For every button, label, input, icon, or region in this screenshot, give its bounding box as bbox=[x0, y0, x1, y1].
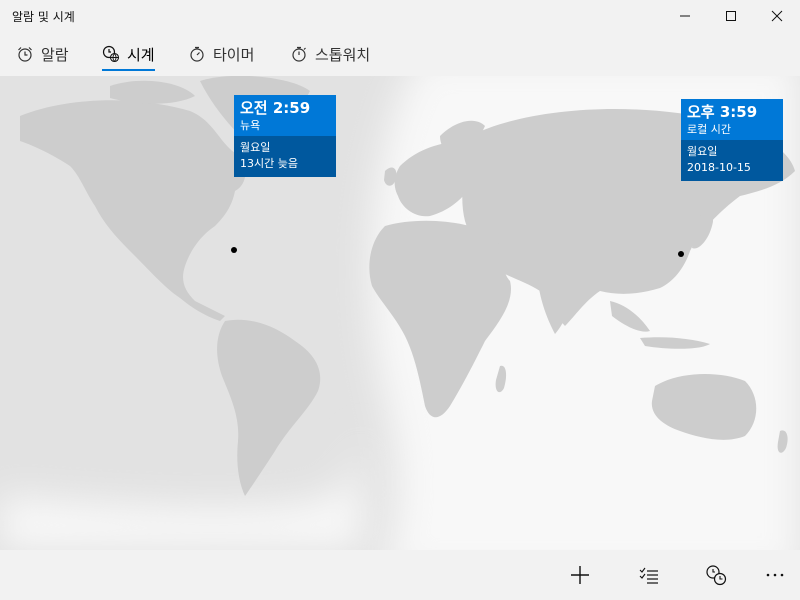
app-window: 알람 및 시계 알람 시계 타이머 스톱워치 오전 2:59 뉴욕 월요일 13… bbox=[0, 0, 800, 600]
active-tab-indicator bbox=[102, 69, 155, 71]
select-list-icon bbox=[639, 567, 658, 584]
timer-icon bbox=[190, 46, 204, 62]
clock-place: 로컬 시간 bbox=[687, 123, 731, 136]
minimize-icon bbox=[680, 15, 690, 17]
add-clock-button[interactable] bbox=[560, 560, 600, 590]
minimize-button[interactable] bbox=[662, 0, 708, 32]
close-icon bbox=[771, 10, 783, 22]
local-marker bbox=[678, 251, 684, 257]
more-icon bbox=[766, 573, 784, 577]
clock-card-local[interactable]: 오후 3:59 로컬 시간 월요일 2018-10-15 bbox=[681, 99, 783, 181]
window-title: 알람 및 시계 bbox=[12, 10, 75, 24]
new-york-marker bbox=[231, 247, 237, 253]
more-options-button[interactable] bbox=[755, 560, 795, 590]
add-icon bbox=[571, 566, 589, 584]
command-bar bbox=[0, 550, 800, 600]
compare-times-button[interactable] bbox=[696, 560, 736, 590]
select-clocks-button[interactable] bbox=[629, 560, 669, 590]
clock-card-header: 오전 2:59 뉴욕 bbox=[234, 95, 336, 136]
clock-card-details: 월요일 13시간 늦음 bbox=[234, 136, 336, 177]
tab-timer-label: 타이머 bbox=[213, 45, 255, 64]
maximize-button[interactable] bbox=[708, 0, 754, 32]
clock-card-header: 오후 3:59 로컬 시간 bbox=[681, 99, 783, 140]
tab-timer[interactable]: 타이머 bbox=[188, 32, 254, 76]
clock-place: 뉴욕 bbox=[240, 119, 261, 132]
clock-day: 월요일 bbox=[687, 145, 718, 158]
maximize-icon bbox=[726, 11, 736, 21]
stopwatch-icon bbox=[292, 46, 306, 62]
tab-stopwatch[interactable]: 스톱워치 bbox=[290, 32, 370, 76]
world-clock-icon bbox=[102, 45, 120, 63]
alarm-clock-icon bbox=[18, 47, 32, 62]
tab-clock[interactable]: 시계 bbox=[102, 32, 155, 76]
clock-card-new-york[interactable]: 오전 2:59 뉴욕 월요일 13시간 늦음 bbox=[234, 95, 336, 177]
close-button[interactable] bbox=[754, 0, 800, 32]
clock-card-details: 월요일 2018-10-15 bbox=[681, 140, 783, 181]
tab-stopwatch-label: 스톱워치 bbox=[315, 45, 371, 64]
clock-time: 오전 2:59 bbox=[240, 99, 311, 117]
title-bar: 알람 및 시계 bbox=[0, 0, 800, 32]
clock-day: 월요일 bbox=[240, 141, 271, 154]
tab-bar: 알람 시계 타이머 스톱워치 bbox=[0, 32, 800, 76]
world-map bbox=[0, 76, 800, 550]
compare-clock-icon bbox=[706, 565, 727, 586]
clock-time: 오후 3:59 bbox=[687, 103, 758, 121]
clock-date: 2018-10-15 bbox=[687, 161, 751, 174]
tab-clock-label: 시계 bbox=[127, 45, 155, 64]
tab-alarm[interactable]: 알람 bbox=[16, 32, 69, 76]
world-map-graphic bbox=[0, 76, 800, 550]
tab-alarm-label: 알람 bbox=[41, 45, 69, 64]
clock-offset: 13시간 늦음 bbox=[240, 157, 298, 170]
